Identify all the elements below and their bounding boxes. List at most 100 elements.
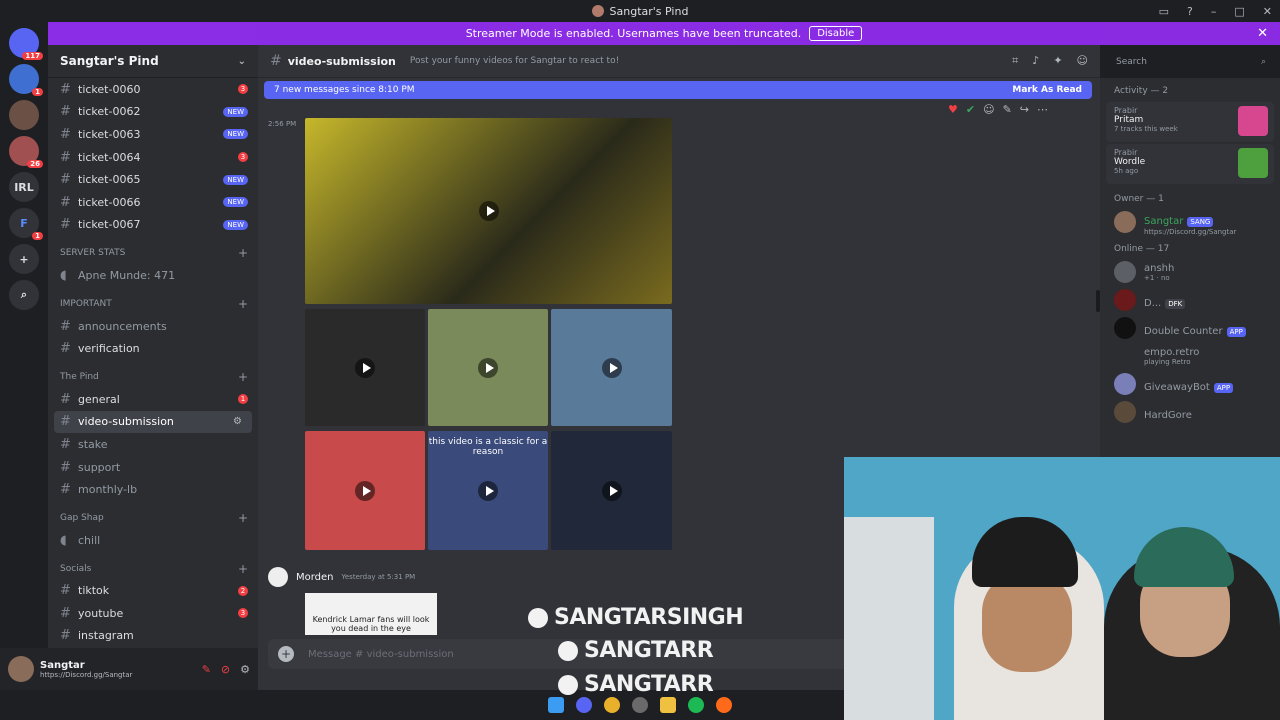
disable-button[interactable]: Disable — [809, 26, 863, 41]
category-important[interactable]: IMPORTANT + — [48, 293, 258, 315]
windows-start-icon[interactable] — [548, 697, 564, 713]
settings-gear-icon[interactable]: ⚙ — [233, 416, 242, 427]
heart-reaction-icon[interactable]: ♥ — [948, 103, 958, 116]
video-attachment[interactable] — [551, 309, 672, 426]
play-icon[interactable] — [601, 357, 622, 378]
play-icon[interactable] — [601, 480, 622, 501]
category-gap-shap[interactable]: Gap Shap + — [48, 507, 258, 529]
member-item[interactable]: Double Counter APP — [1100, 314, 1280, 342]
user-settings-gear-icon[interactable]: ⚙ — [240, 663, 250, 676]
check-reaction-icon[interactable]: ✔ — [966, 103, 975, 116]
server-icon-home[interactable]: 117 — [9, 28, 43, 60]
maximize-button[interactable]: □ — [1234, 5, 1244, 18]
threads-icon[interactable]: ⌗ — [1012, 54, 1018, 68]
member-item[interactable]: D... DFK — [1100, 286, 1280, 314]
video-attachment[interactable]: this video is a classic for a reason — [428, 431, 548, 550]
mute-mic-icon[interactable]: ✎ — [202, 663, 211, 676]
guild-header[interactable]: Sangtar's Pind ⌄ — [48, 45, 258, 78]
minimize-button[interactable]: – — [1211, 5, 1217, 18]
server-icon-f[interactable]: F1 — [9, 208, 43, 240]
channel-ticket[interactable]: # ticket-0063 NEW — [48, 123, 258, 146]
deafen-icon[interactable]: ⊘ — [221, 663, 230, 676]
member-item[interactable]: GiveawayBot APP — [1100, 370, 1280, 398]
play-icon[interactable] — [355, 480, 375, 501]
channel-announcements[interactable]: # announcements — [48, 315, 258, 338]
edit-icon[interactable]: ✎ — [1003, 103, 1012, 116]
chevron-down-icon[interactable]: ⌄ — [238, 56, 246, 67]
reply-icon[interactable]: ↪ — [1020, 103, 1029, 116]
close-window-button[interactable]: ✕ — [1263, 5, 1272, 18]
avatar[interactable] — [8, 656, 34, 682]
more-icon[interactable]: ⋯ — [1037, 103, 1048, 116]
category-server-stats[interactable]: SERVER STATS + — [48, 242, 258, 264]
play-icon[interactable] — [355, 357, 375, 378]
member-item[interactable]: anshh +1 · no — [1100, 258, 1280, 286]
new-messages-bar[interactable]: 7 new messages since 8:10 PM Mark As Rea… — [264, 81, 1092, 99]
mark-as-read-button[interactable]: Mark As Read — [1012, 85, 1082, 95]
server-icon-irl[interactable]: IRL — [9, 172, 39, 202]
activity-card[interactable]: Prabir Wordle 5h ago — [1106, 144, 1274, 184]
discover-icon[interactable]: ⌕ — [9, 280, 39, 310]
activity-card[interactable]: Prabir Pritam 7 tracks this week — [1106, 102, 1274, 142]
video-attachment[interactable] — [551, 431, 672, 550]
server-icon-2[interactable] — [9, 100, 39, 130]
member-list-icon[interactable]: ☺ — [1077, 54, 1088, 68]
file-explorer-icon[interactable] — [660, 697, 676, 713]
channel-ticket[interactable]: # ticket-0065 NEW — [48, 168, 258, 191]
add-channel-icon[interactable]: + — [238, 370, 248, 384]
add-reaction-icon[interactable]: ☺ — [983, 103, 994, 116]
video-attachment[interactable] — [305, 309, 425, 426]
video-attachment[interactable] — [305, 431, 425, 550]
discord-icon[interactable] — [576, 697, 592, 713]
attach-plus-icon[interactable]: + — [278, 646, 294, 662]
channel-stake[interactable]: # stake — [48, 433, 258, 456]
member-item[interactable]: empo.retro playing Retro — [1100, 342, 1280, 370]
channel-support[interactable]: # support — [48, 456, 258, 479]
channel-ticket[interactable]: # ticket-0060 3 — [48, 78, 258, 101]
video-attachment[interactable]: Kendrick Lamar fans will look you dead i… — [305, 593, 437, 635]
play-icon[interactable] — [478, 201, 499, 221]
video-attachment[interactable] — [305, 118, 672, 304]
add-channel-icon[interactable]: + — [238, 511, 248, 525]
chrome-icon[interactable] — [604, 697, 620, 713]
channel-general[interactable]: # general 1 — [48, 388, 258, 411]
category-the-pind[interactable]: The Pind + — [48, 366, 258, 388]
channel-ticket[interactable]: # ticket-0062 NEW — [48, 101, 258, 124]
inbox-icon[interactable]: ▭ — [1159, 5, 1169, 18]
channel-video-submission[interactable]: # video-submission ⚙ — [54, 410, 252, 434]
firefox-icon[interactable] — [716, 697, 732, 713]
pin-icon[interactable]: ✦ — [1053, 54, 1062, 68]
voice-channel-chill[interactable]: ◖ chill — [48, 529, 258, 552]
category-socials[interactable]: Socials + — [48, 558, 258, 580]
add-channel-icon[interactable]: + — [238, 246, 248, 260]
avatar[interactable] — [268, 567, 288, 587]
member-item[interactable]: HardGore — [1100, 398, 1280, 426]
channel-instagram[interactable]: # instagram — [48, 625, 258, 648]
add-channel-icon[interactable]: + — [238, 562, 248, 576]
author-name[interactable]: Morden — [296, 572, 334, 583]
channel-ticket[interactable]: # ticket-0064 3 — [48, 146, 258, 169]
play-icon[interactable] — [478, 357, 498, 378]
notification-bell-icon[interactable]: ♪ — [1032, 54, 1039, 68]
message-input[interactable]: Message # video-submission — [308, 649, 454, 660]
channel-youtube[interactable]: # youtube 3 — [48, 602, 258, 625]
banner-close-icon[interactable]: ✕ — [1257, 26, 1268, 41]
obs-icon[interactable] — [632, 697, 648, 713]
channel-topic[interactable]: Post your funny videos for Sangtar to re… — [410, 56, 619, 66]
video-attachment[interactable] — [428, 309, 548, 426]
channel-ticket[interactable]: # ticket-0066 NEW — [48, 191, 258, 214]
help-icon[interactable]: ? — [1187, 5, 1193, 18]
channel-verification[interactable]: # verification — [48, 337, 258, 360]
server-icon-1[interactable]: 1 — [9, 64, 43, 96]
voice-stat-channel[interactable]: ◖ Apne Munde: 471 — [48, 264, 258, 287]
member-item[interactable]: Sangtar SANG https://Discord.gg/Sangtar — [1100, 208, 1280, 236]
spotify-icon[interactable] — [688, 697, 704, 713]
channel-ticket[interactable]: # ticket-0067 NEW — [48, 214, 258, 237]
channel-monthly-lb[interactable]: # monthly-lb — [48, 478, 258, 501]
play-icon[interactable] — [478, 480, 498, 501]
server-icon-3[interactable]: 26 — [9, 136, 43, 168]
add-server-icon[interactable]: + — [9, 244, 39, 274]
search-input[interactable]: Search ⌕ — [1110, 52, 1272, 72]
add-channel-icon[interactable]: + — [238, 297, 248, 311]
channel-tiktok[interactable]: # tiktok 2 — [48, 580, 258, 603]
